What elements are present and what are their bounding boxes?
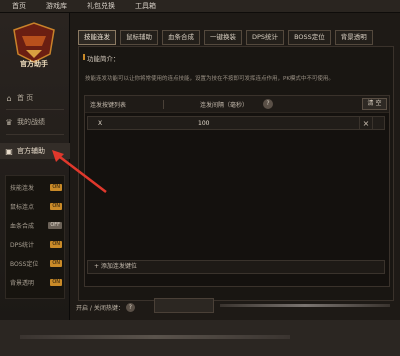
hotkey-label-group: 开启 / 关闭热键： ?	[76, 303, 135, 312]
briefcase-icon: ▣	[5, 146, 13, 156]
status-badge[interactable]: ON	[50, 203, 62, 210]
feature-label: DPS统计	[10, 242, 35, 249]
hotkey-label: 开启 / 关闭热键：	[76, 305, 124, 312]
logo-text: 官方助手	[20, 60, 48, 68]
col-interval: 连发间隔（毫秒）	[200, 101, 249, 109]
feature-boss-locate[interactable]: BOSS定位 ON	[10, 258, 62, 269]
clear-button[interactable]: 清 空	[362, 98, 387, 110]
tab-bg-transparent[interactable]: 背景透明	[334, 30, 373, 45]
status-badge[interactable]: OFF	[48, 222, 62, 229]
menu-gift-redeem[interactable]: 礼包兑换	[77, 0, 125, 13]
nav-home[interactable]: ⌂ 首 页	[4, 90, 66, 106]
footer-bar	[0, 320, 400, 356]
feature-label: BOSS定位	[10, 261, 39, 268]
add-repeat-key-button[interactable]: + 添加连发键位	[87, 260, 385, 274]
hotkey-input[interactable]	[154, 298, 214, 313]
tab-content: 功能简介： 技能连发功能可以让你将常使用的连点技能，设置为技在不按即可发挥连点作…	[78, 46, 394, 301]
tab-one-click-outfit[interactable]: 一键换装	[204, 30, 242, 45]
feature-description: 技能连发功能可以让你将常使用的连点技能，设置为技在不按即可发挥连点作用，PK模式…	[85, 76, 334, 82]
status-badge[interactable]: ON	[50, 241, 62, 248]
nav-home-label: 首 页	[17, 94, 34, 102]
divider	[163, 100, 164, 109]
delete-row-icon[interactable]: ×	[359, 116, 373, 130]
row-interval[interactable]: 100	[198, 120, 209, 127]
feature-dps-stats[interactable]: DPS统计 ON	[10, 239, 62, 250]
tab-dps-stats[interactable]: DPS统计	[246, 30, 285, 45]
nav-my-records-label: 我的战绩	[17, 118, 45, 126]
feature-bg-transparent[interactable]: 背景透明 ON	[10, 277, 62, 288]
repeat-key-table: 连发按键列表 连发间隔（毫秒） ? 清 空 X 100 × + 添加连发键位	[84, 95, 390, 287]
top-menu-bar: 首页 游戏库 礼包兑换 工具箱	[0, 0, 400, 13]
feature-label: 鼠标连点	[10, 204, 35, 211]
tab-hp-bar[interactable]: 血条合成	[162, 30, 200, 45]
divider	[6, 134, 64, 135]
feature-mouse-click[interactable]: 鼠标连点 ON	[10, 201, 62, 212]
divider	[6, 109, 64, 110]
assist-feature-list: 技能连发 ON 鼠标连点 ON 血条合成 OFF DPS统计 ON BOSS定位…	[5, 175, 65, 299]
main-panel: 技能连发 鼠标辅助 血条合成 一键换装 DPS统计 BOSS定位 背景透明 功能…	[70, 13, 400, 320]
feature-skill-repeat[interactable]: 技能连发 ON	[10, 182, 62, 193]
section-title: 功能简介：	[87, 55, 120, 63]
feature-label: 血条合成	[10, 223, 35, 230]
sidebar: 官方助手 ⌂ 首 页 ♛ 我的战绩 ▣ 官方辅助 技能连发 ON 鼠标连点 ON…	[0, 13, 70, 320]
table-header: 连发按键列表 连发间隔（毫秒） ? 清 空	[85, 96, 389, 113]
nav-my-records[interactable]: ♛ 我的战绩	[4, 114, 66, 130]
section-marker	[83, 54, 85, 60]
menu-toolbox[interactable]: 工具箱	[125, 0, 166, 13]
hotkey-slider[interactable]	[220, 304, 390, 307]
menu-game-library[interactable]: 游戏库	[36, 0, 77, 13]
tab-boss-locate[interactable]: BOSS定位	[288, 30, 331, 45]
nav-official-assist-label: 官方辅助	[17, 147, 45, 155]
help-icon[interactable]: ?	[263, 99, 273, 109]
feature-tabs: 技能连发 鼠标辅助 血条合成 一键换装 DPS统计 BOSS定位 背景透明	[78, 30, 377, 45]
help-icon[interactable]: ?	[125, 303, 135, 312]
nav-official-assist[interactable]: ▣ 官方辅助	[0, 143, 70, 159]
tab-skill-repeat[interactable]: 技能连发	[78, 30, 116, 45]
status-badge[interactable]: ON	[50, 184, 62, 191]
tab-mouse-assist[interactable]: 鼠标辅助	[120, 30, 158, 45]
menu-home[interactable]: 首页	[0, 0, 36, 13]
row-key[interactable]: X	[98, 120, 102, 127]
footer-stripe	[20, 335, 290, 339]
trophy-icon: ♛	[5, 117, 13, 127]
feature-hp-bar[interactable]: 血条合成 OFF	[10, 220, 62, 231]
home-icon: ⌂	[6, 93, 12, 103]
status-badge[interactable]: ON	[50, 279, 62, 286]
col-key-list: 连发按键列表	[90, 101, 127, 109]
table-row[interactable]: X 100	[87, 116, 385, 130]
feature-label: 技能连发	[10, 185, 35, 192]
status-badge[interactable]: ON	[50, 260, 62, 267]
feature-label: 背景透明	[10, 280, 35, 287]
